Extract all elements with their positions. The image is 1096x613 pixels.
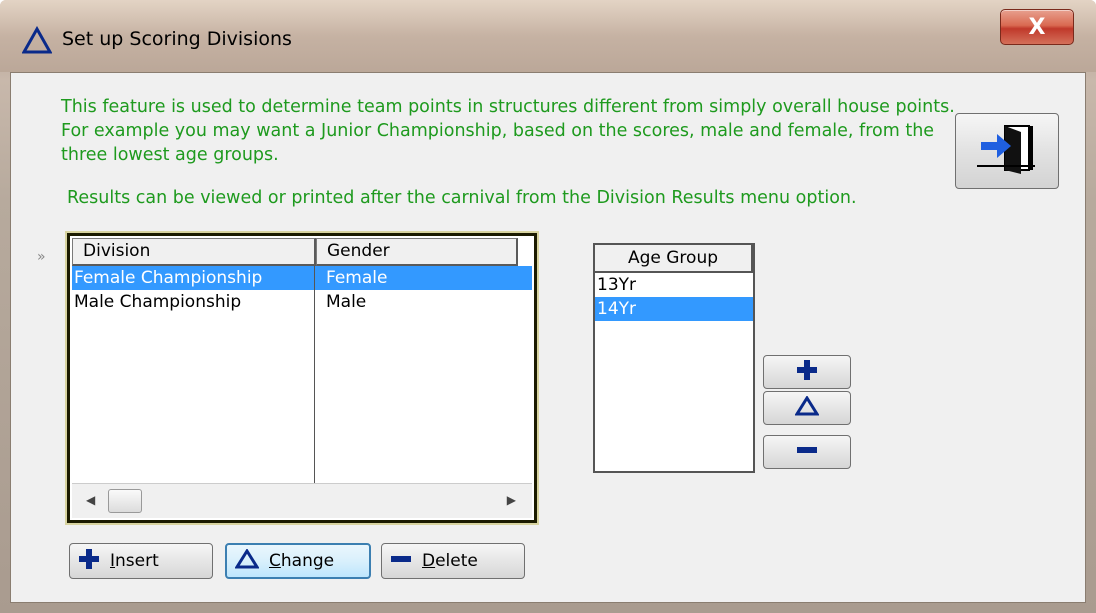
division-cell: Male Championship	[74, 292, 242, 312]
change-age-group-button[interactable]	[763, 391, 851, 425]
insert-label: Insert	[110, 551, 159, 571]
division-cell: Female Championship	[74, 268, 263, 288]
grid-body: Female Championship Female Male Champion…	[72, 266, 532, 482]
minus-icon	[390, 548, 412, 575]
plus-icon	[796, 359, 818, 385]
triangle-icon	[234, 547, 260, 574]
gender-cell: Female	[326, 268, 388, 288]
results-note: Results can be viewed or printed after t…	[67, 188, 857, 208]
dialog-body: This feature is used to determine team p…	[10, 72, 1086, 603]
close-icon: X	[1028, 14, 1046, 40]
scroll-right-icon[interactable]: ▶	[507, 493, 516, 507]
insert-button[interactable]: Insert	[69, 543, 213, 579]
change-label: Change	[269, 551, 335, 571]
minus-icon	[796, 439, 818, 465]
column-header-gender[interactable]: Gender	[316, 238, 518, 266]
exit-door-icon	[975, 122, 1039, 180]
window-title: Set up Scoring Divisions	[62, 28, 292, 50]
close-button[interactable]: X	[1000, 9, 1074, 45]
table-row[interactable]: Male Championship Male	[72, 290, 532, 314]
scroll-thumb[interactable]	[108, 489, 142, 513]
column-header-division[interactable]: Division	[72, 238, 316, 266]
column-divider	[314, 266, 315, 484]
column-header-age-group[interactable]: Age Group	[595, 245, 753, 273]
dialog-window: Set up Scoring Divisions X This feature …	[0, 0, 1096, 613]
change-button[interactable]: Change	[225, 543, 371, 579]
title-bar[interactable]: Set up Scoring Divisions X	[0, 0, 1096, 72]
divisions-grid[interactable]: Division Gender Female Championship Fema…	[65, 231, 539, 525]
list-item[interactable]: 14Yr	[595, 297, 753, 321]
table-row[interactable]: Female Championship Female	[72, 266, 532, 290]
triangle-icon	[794, 395, 820, 420]
remove-age-group-button[interactable]	[763, 435, 851, 469]
age-group-list[interactable]: Age Group 13Yr 14Yr	[593, 243, 755, 473]
gender-cell: Male	[326, 292, 367, 312]
scroll-left-icon[interactable]: ◀	[86, 493, 95, 507]
delete-label: Delete	[422, 551, 478, 571]
horizontal-scrollbar[interactable]: ◀ ▶	[72, 483, 532, 518]
plus-icon	[78, 548, 100, 575]
add-age-group-button[interactable]	[763, 355, 851, 389]
triangle-icon	[21, 25, 53, 54]
info-text: This feature is used to determine team p…	[61, 97, 955, 165]
row-indicator: »	[37, 249, 46, 265]
exit-button[interactable]	[955, 113, 1059, 189]
grid-header: Division Gender	[72, 238, 532, 266]
list-item[interactable]: 13Yr	[595, 273, 753, 297]
delete-button[interactable]: Delete	[381, 543, 525, 579]
